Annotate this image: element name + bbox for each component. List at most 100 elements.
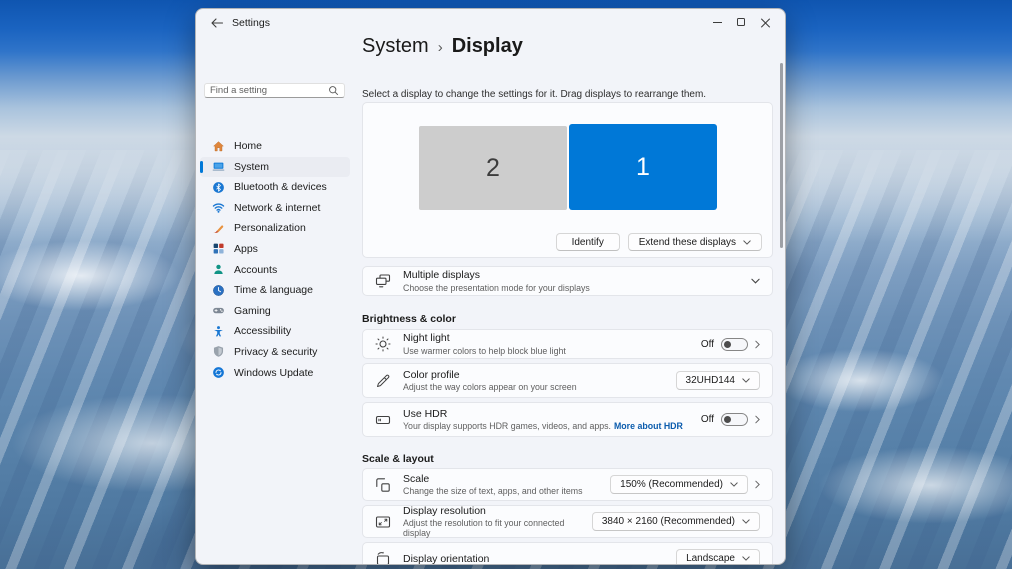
identify-button[interactable]: Identify (556, 233, 620, 251)
chevron-right-icon[interactable] (755, 415, 760, 424)
sidebar-item-home[interactable]: Home (200, 136, 350, 156)
chevron-right-icon[interactable] (755, 480, 760, 489)
section-scale-layout: Scale & layout (362, 453, 434, 465)
chevron-down-icon (742, 556, 750, 561)
arrangement-buttons: Identify Extend these displays (556, 233, 762, 251)
sidebar-item-label: Accounts (234, 264, 277, 276)
sidebar-item-time-language[interactable]: Time & language (200, 280, 350, 300)
section-brightness-color: Brightness & color (362, 313, 456, 325)
use-hdr-toggle[interactable] (721, 413, 748, 426)
display-orientation-title: Display orientation (403, 553, 489, 565)
sidebar-item-system[interactable]: System (200, 157, 350, 177)
night-light-icon (375, 336, 391, 352)
sidebar-item-label: System (234, 161, 269, 173)
sidebar-item-personalization[interactable]: Personalization (200, 218, 350, 238)
chevron-down-icon (743, 240, 751, 245)
scale-subtitle: Change the size of text, apps, and other… (403, 486, 582, 496)
color-profile-icon (375, 373, 391, 389)
display-orientation-value: Landscape (686, 553, 735, 564)
gaming-icon (212, 304, 225, 317)
night-light-subtitle: Use warmer colors to help block blue lig… (403, 346, 566, 356)
sidebar-item-network[interactable]: Network & internet (200, 198, 350, 218)
sidebar-item-accessibility[interactable]: Accessibility (200, 321, 350, 341)
sidebar-item-gaming[interactable]: Gaming (200, 301, 350, 321)
display-arrangement-card: 2 1 Identify Extend these displays (362, 102, 773, 258)
maximize-button[interactable] (729, 12, 753, 32)
search-icon (328, 85, 339, 96)
multiple-displays-row[interactable]: Multiple displays Choose the presentatio… (362, 266, 773, 296)
multiple-displays-icon (375, 273, 391, 289)
display-resolution-value: 3840 × 2160 (Recommended) (602, 516, 735, 527)
page-title: Display (452, 35, 523, 58)
display-orientation-icon (375, 551, 391, 566)
display-resolution-title: Display resolution (403, 505, 592, 517)
sidebar-item-label: Accessibility (234, 325, 291, 337)
breadcrumb-separator: › (438, 37, 443, 56)
back-arrow-icon (211, 18, 223, 28)
accessibility-icon (212, 325, 225, 338)
system-icon (212, 160, 225, 173)
back-button[interactable] (208, 14, 226, 32)
sidebar-item-bluetooth[interactable]: Bluetooth & devices (200, 177, 350, 197)
chevron-down-icon (742, 378, 750, 383)
color-profile-dropdown[interactable]: 32UHD144 (676, 371, 760, 390)
vertical-scrollbar[interactable] (780, 63, 783, 248)
chevron-right-icon[interactable] (755, 340, 760, 349)
use-hdr-subtitle: Your display supports HDR games, videos,… (403, 421, 611, 431)
display-resolution-subtitle: Adjust the resolution to fit your connec… (403, 518, 592, 538)
scale-icon (375, 477, 391, 493)
display-1-monitor[interactable]: 1 (569, 124, 717, 210)
use-hdr-toggle-label: Off (701, 414, 714, 425)
scale-value: 150% (Recommended) (620, 479, 723, 490)
display-2-monitor[interactable]: 2 (419, 126, 567, 210)
night-light-row[interactable]: Night light Use warmer colors to help bl… (362, 329, 773, 359)
chevron-down-icon (742, 519, 750, 524)
more-about-hdr-link[interactable]: More about HDR (614, 421, 683, 431)
sidebar-item-label: Bluetooth & devices (234, 181, 327, 193)
breadcrumb: System › Display (362, 35, 523, 58)
color-profile-value: 32UHD144 (686, 375, 735, 386)
night-light-toggle[interactable] (721, 338, 748, 351)
minimize-button[interactable] (705, 12, 729, 32)
maximize-icon (737, 18, 745, 26)
close-button[interactable] (753, 12, 777, 32)
minimize-icon (713, 22, 722, 23)
close-icon (761, 18, 770, 27)
display-resolution-dropdown[interactable]: 3840 × 2160 (Recommended) (592, 512, 760, 531)
personalization-icon (212, 222, 225, 235)
settings-window: Settings Home System Bluetooth & devices (195, 8, 786, 565)
sidebar-item-privacy[interactable]: Privacy & security (200, 342, 350, 362)
sidebar-item-label: Time & language (234, 284, 313, 296)
sidebar-item-label: Windows Update (234, 367, 313, 379)
chevron-down-icon[interactable] (751, 278, 760, 284)
use-hdr-title: Use HDR (403, 408, 683, 420)
display-2-number: 2 (486, 154, 500, 183)
scale-title: Scale (403, 473, 582, 485)
home-icon (212, 140, 225, 153)
display-1-number: 1 (636, 153, 650, 182)
color-profile-subtitle: Adjust the way colors appear on your scr… (403, 382, 577, 392)
use-hdr-row[interactable]: Use HDR Your display supports HDR games,… (362, 402, 773, 437)
arrangement-instruction: Select a display to change the settings … (362, 89, 706, 100)
display-resolution-row: Display resolution Adjust the resolution… (362, 505, 773, 538)
bluetooth-icon (212, 181, 225, 194)
sidebar: Home System Bluetooth & devices Network … (196, 37, 354, 564)
sidebar-item-windows-update[interactable]: Windows Update (200, 363, 350, 383)
sidebar-item-label: Network & internet (234, 202, 320, 214)
search-input[interactable] (210, 85, 328, 96)
window-controls (705, 12, 777, 32)
search-box[interactable] (204, 83, 345, 98)
network-icon (212, 201, 225, 214)
night-light-title: Night light (403, 332, 566, 344)
extend-displays-dropdown[interactable]: Extend these displays (628, 233, 762, 251)
scale-dropdown[interactable]: 150% (Recommended) (610, 475, 748, 494)
toggle-knob (724, 416, 731, 423)
display-orientation-dropdown[interactable]: Landscape (676, 549, 760, 565)
titlebar: Settings (196, 9, 785, 37)
breadcrumb-system[interactable]: System (362, 35, 429, 58)
sidebar-item-apps[interactable]: Apps (200, 239, 350, 259)
scale-row[interactable]: Scale Change the size of text, apps, and… (362, 468, 773, 501)
privacy-icon (212, 345, 225, 358)
sidebar-item-accounts[interactable]: Accounts (200, 260, 350, 280)
multiple-displays-title: Multiple displays (403, 269, 590, 281)
